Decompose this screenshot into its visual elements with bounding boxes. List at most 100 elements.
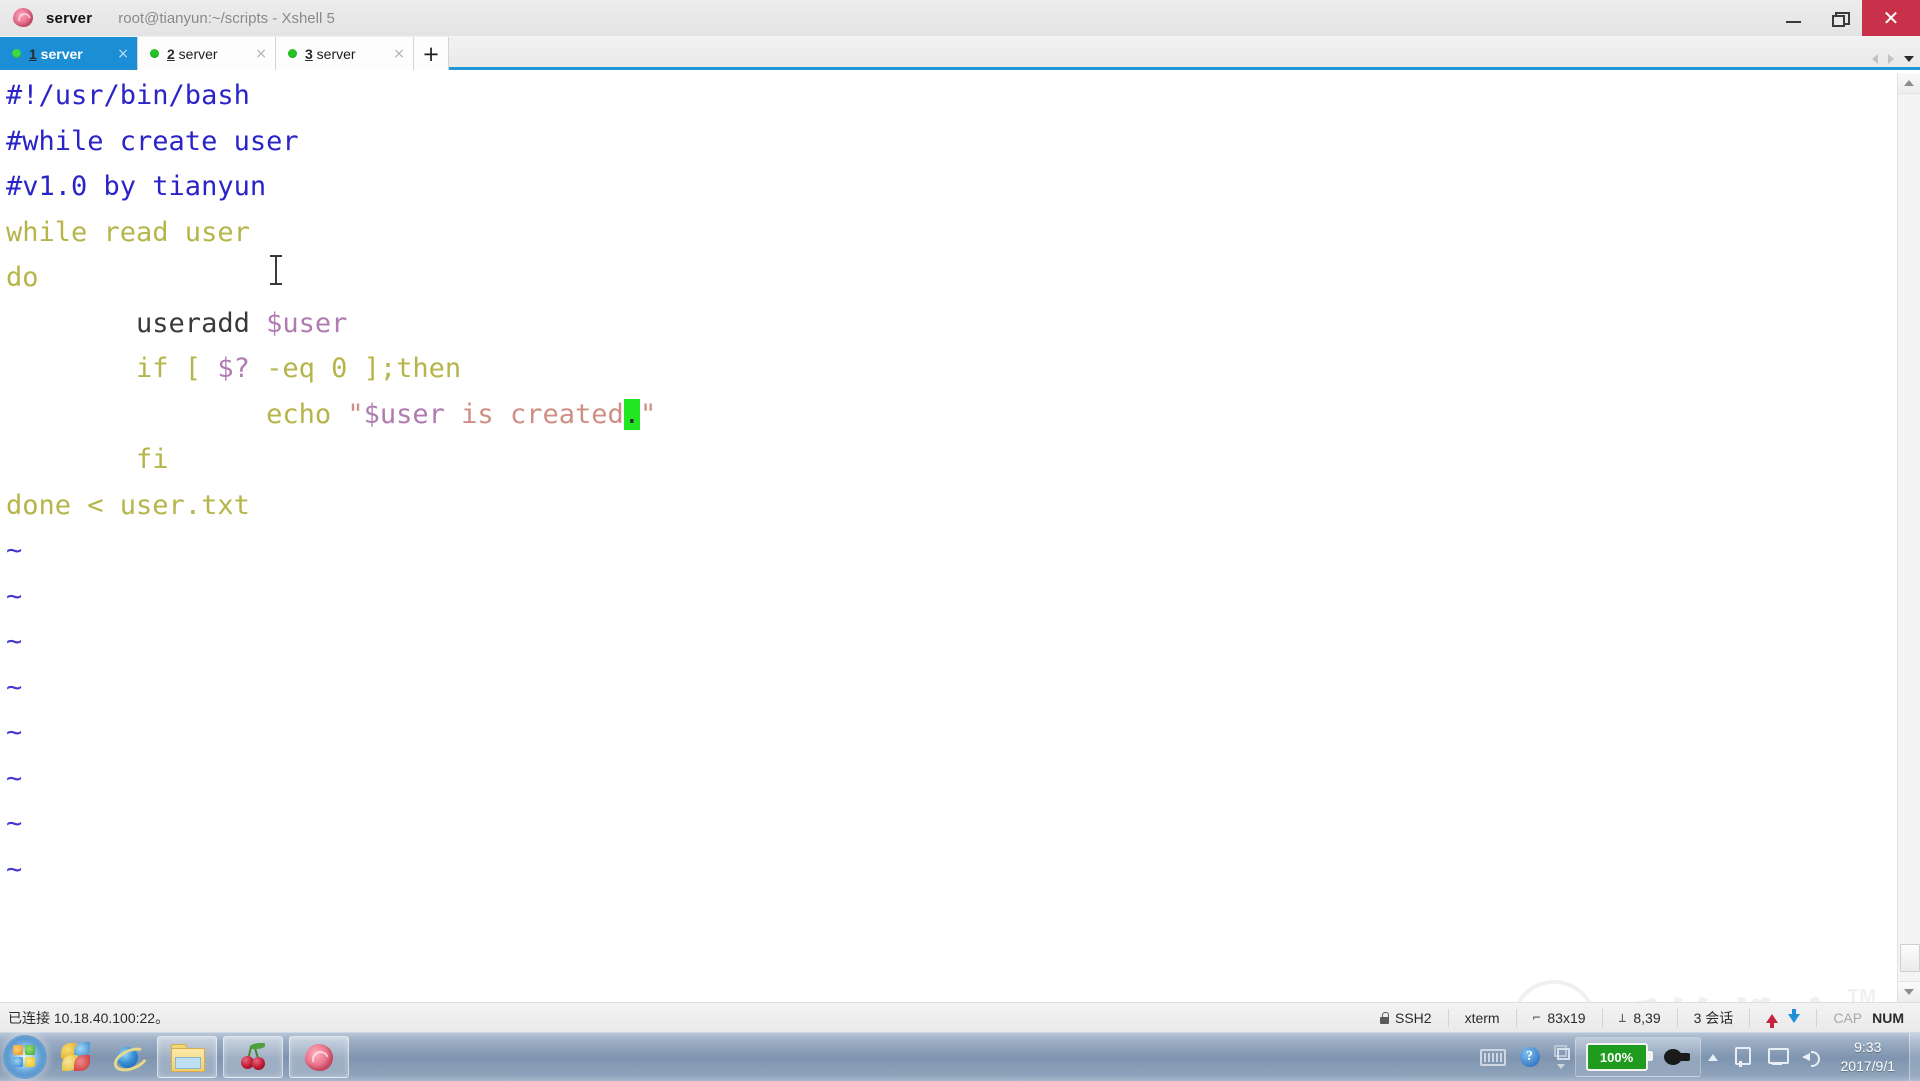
title-bar: server root@tianyun:~/scripts - Xshell 5… — [0, 0, 1920, 37]
next-tab-icon[interactable] — [1888, 54, 1894, 64]
terminal-line: while read user — [0, 210, 1898, 256]
terminal-text: fi — [6, 444, 169, 475]
battery-icon: 100% — [1586, 1043, 1648, 1071]
tray-window-stack-button[interactable] — [1547, 1045, 1575, 1069]
terminal-text: ~ — [6, 808, 22, 839]
tray-volume-button[interactable] — [1795, 1047, 1831, 1067]
taskbar-file-explorer-button[interactable] — [157, 1036, 217, 1078]
tab-2-server[interactable]: 2 server × — [138, 37, 276, 70]
tab-3-server[interactable]: 3 server × — [276, 37, 414, 70]
terminal-size-label: 83x19 — [1547, 1010, 1585, 1026]
terminal-text: ~ — [6, 763, 22, 794]
terminal-text: while read user — [6, 217, 250, 248]
terminal-scrollbar[interactable] — [1897, 73, 1920, 1002]
cursor-position-label: 8,39 — [1633, 1010, 1660, 1026]
tab-close-icon[interactable]: × — [103, 46, 129, 62]
terminal-line: ~ — [0, 756, 1898, 802]
tray-power-group[interactable]: 100% — [1575, 1037, 1701, 1077]
cursor-position-icon: ⊥ — [1619, 1011, 1627, 1026]
display-icon — [1766, 1047, 1788, 1067]
caps-lock-cell: CAP NUM — [1817, 1003, 1920, 1033]
protocol-cell: SSH2 — [1364, 1003, 1448, 1033]
show-desktop-button[interactable] — [1909, 1033, 1920, 1081]
terminal-text: " — [640, 399, 656, 430]
status-dot-icon — [12, 49, 21, 58]
restore-icon — [1832, 12, 1847, 25]
tab-nav-controls — [1872, 54, 1914, 64]
taskbar-internet-explorer-button[interactable] — [105, 1037, 151, 1077]
terminal-text: is created — [445, 399, 624, 430]
new-tab-button[interactable]: + — [414, 37, 449, 70]
tray-network-plug-button[interactable] — [1725, 1047, 1759, 1067]
window-stack-icon — [1554, 1045, 1568, 1061]
terminal-line: echo "$user is created." — [0, 392, 1898, 438]
minimize-icon — [1786, 21, 1801, 23]
prev-tab-icon[interactable] — [1872, 54, 1878, 64]
terminal-text: if [ — [6, 353, 217, 384]
scroll-up-button[interactable] — [1898, 73, 1920, 94]
upload-arrow-icon — [1766, 1014, 1778, 1023]
tab-label: 1 server — [29, 46, 83, 62]
session-count-cell: 3 会话 — [1678, 1003, 1750, 1033]
xshell-icon — [305, 1044, 333, 1071]
chevron-down-icon — [1904, 989, 1914, 995]
chevron-up-icon — [1904, 80, 1914, 86]
terminal-line: ~ — [0, 574, 1898, 620]
taskbar-cherrytree-button[interactable] — [223, 1036, 283, 1078]
terminal-line: ~ — [0, 619, 1898, 665]
xshell-window: server root@tianyun:~/scripts - Xshell 5… — [0, 0, 1920, 1080]
terminal-text: echo — [6, 399, 347, 430]
terminal-text: $user — [266, 308, 347, 339]
taskbar-xshell-button[interactable] — [289, 1036, 349, 1078]
tab-close-icon[interactable]: × — [241, 46, 267, 62]
show-hidden-icons-icon — [1708, 1054, 1718, 1061]
minimize-button[interactable] — [1770, 0, 1816, 36]
terminal-line: done < user.txt — [0, 483, 1898, 529]
status-bar: 已连接 10.18.40.100:22。 SSH2 xterm ⌐ 83x19 … — [0, 1002, 1920, 1033]
terminal-line: #v1.0 by tianyun — [0, 164, 1898, 210]
download-arrow-icon — [1788, 1014, 1800, 1023]
firefox-like-icon — [61, 1042, 91, 1072]
terminal-text: $user — [364, 399, 445, 430]
terminal-screen[interactable]: #!/usr/bin/bash#while create user#v1.0 b… — [0, 73, 1898, 1002]
internet-explorer-icon — [113, 1042, 143, 1072]
close-button[interactable]: ✕ — [1862, 0, 1920, 36]
tab-1-server[interactable]: 1 server × — [0, 37, 138, 70]
tab-list-chevron-down-icon[interactable] — [1904, 56, 1914, 62]
cursor-position-cell: ⊥ 8,39 — [1603, 1003, 1677, 1033]
tray-help-button[interactable]: ? — [1513, 1047, 1547, 1067]
help-icon: ? — [1520, 1047, 1540, 1067]
tray-expand-button[interactable] — [1701, 1054, 1725, 1061]
tab-close-icon[interactable]: × — [379, 46, 405, 62]
terminal-text: -eq 0 ];then — [250, 353, 461, 384]
terminal-text: $? — [217, 353, 250, 384]
battery-percent-label: 100% — [1600, 1050, 1633, 1065]
terminal-text: " — [347, 399, 363, 430]
windows-logo-icon — [13, 1045, 37, 1069]
terminal-line: ~ — [0, 710, 1898, 756]
scroll-down-button[interactable] — [1898, 981, 1920, 1002]
num-lock-label: NUM — [1872, 1010, 1904, 1026]
taskbar-firefox-like-button[interactable] — [53, 1037, 99, 1077]
restore-button[interactable] — [1816, 0, 1862, 36]
terminal-text: ~ — [6, 581, 22, 612]
terminal-text: #v1.0 by tianyun — [6, 171, 266, 202]
clock[interactable]: 9:33 2017/9/1 — [1831, 1038, 1910, 1076]
clock-date: 2017/9/1 — [1841, 1057, 1896, 1076]
terminal-text: ~ — [6, 717, 22, 748]
cherrytree-icon — [238, 1043, 268, 1071]
terminal-cursor: . — [624, 399, 640, 430]
terminal-text: do — [6, 262, 39, 293]
terminal-line: do — [0, 255, 1898, 301]
terminal-text: ~ — [6, 535, 22, 566]
start-orb-button[interactable] — [3, 1035, 47, 1079]
tray-keyboard-button[interactable] — [1473, 1049, 1513, 1066]
volume-icon — [1802, 1047, 1824, 1067]
tray-display-button[interactable] — [1759, 1047, 1795, 1067]
protocol-label: SSH2 — [1395, 1010, 1432, 1026]
transfer-indicator-cell — [1750, 1003, 1816, 1033]
rose-icon — [10, 5, 36, 31]
network-icon — [1732, 1047, 1752, 1067]
close-icon: ✕ — [1883, 8, 1900, 28]
scrollbar-thumb[interactable] — [1900, 944, 1920, 972]
